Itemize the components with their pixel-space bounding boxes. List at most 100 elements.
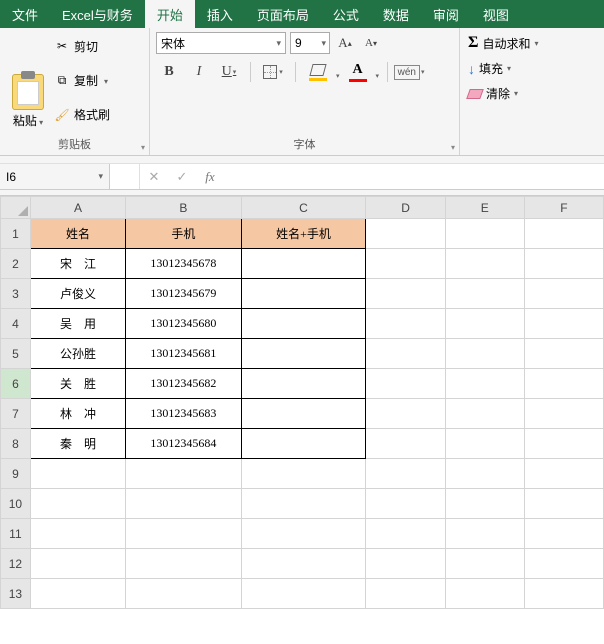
paste-button[interactable]: 粘贴: [6, 32, 50, 129]
cell-D5[interactable]: [366, 339, 445, 369]
row-header-10[interactable]: 10: [1, 489, 31, 519]
font-name-select[interactable]: 宋体: [156, 32, 286, 54]
cell-E3[interactable]: [445, 279, 524, 309]
cut-button[interactable]: ✂ 剪切: [54, 38, 110, 55]
cell-C2[interactable]: [241, 249, 366, 279]
borders-button[interactable]: ▾: [259, 60, 287, 84]
cell-C8[interactable]: [241, 429, 366, 459]
cell-F5[interactable]: [524, 339, 603, 369]
bold-button[interactable]: B: [156, 60, 182, 84]
name-box[interactable]: I6: [0, 164, 110, 189]
col-header-F[interactable]: F: [524, 197, 603, 219]
cell-F9[interactable]: [524, 459, 603, 489]
cell-A8[interactable]: 秦 明: [30, 429, 125, 459]
cell-A12[interactable]: [30, 549, 125, 579]
tab-home[interactable]: 开始: [145, 0, 195, 28]
tab-file[interactable]: 文件: [0, 0, 50, 28]
fill-color-button[interactable]: [304, 64, 332, 81]
cell-B12[interactable]: [126, 549, 242, 579]
cell-F7[interactable]: [524, 399, 603, 429]
cell-E10[interactable]: [445, 489, 524, 519]
cell-C7[interactable]: [241, 399, 366, 429]
cell-D7[interactable]: [366, 399, 445, 429]
cell-E13[interactable]: [445, 579, 524, 609]
cell-A3[interactable]: 卢俊义: [30, 279, 125, 309]
row-header-3[interactable]: 3: [1, 279, 31, 309]
cell-E1[interactable]: [445, 219, 524, 249]
cell-E12[interactable]: [445, 549, 524, 579]
tab-excel-finance[interactable]: Excel与财务: [50, 0, 145, 28]
cell-F12[interactable]: [524, 549, 603, 579]
row-header-1[interactable]: 1: [1, 219, 31, 249]
autosum-button[interactable]: Σ 自动求和 ▾: [468, 34, 596, 52]
enter-formula-button[interactable]: ✓: [168, 169, 196, 185]
cell-D1[interactable]: [366, 219, 445, 249]
row-header-4[interactable]: 4: [1, 309, 31, 339]
formula-input[interactable]: [224, 164, 604, 189]
col-header-D[interactable]: D: [366, 197, 445, 219]
cell-C12[interactable]: [241, 549, 366, 579]
cell-E6[interactable]: [445, 369, 524, 399]
cell-C1[interactable]: 姓名+手机: [241, 219, 366, 249]
cell-C4[interactable]: [241, 309, 366, 339]
cell-B10[interactable]: [126, 489, 242, 519]
copy-button[interactable]: ⧉ 复制: [54, 72, 110, 89]
col-header-A[interactable]: A: [30, 197, 125, 219]
cell-E4[interactable]: [445, 309, 524, 339]
cell-A2[interactable]: 宋 江: [30, 249, 125, 279]
cell-A5[interactable]: 公孙胜: [30, 339, 125, 369]
cell-A1[interactable]: 姓名: [30, 219, 125, 249]
cell-E5[interactable]: [445, 339, 524, 369]
cell-B5[interactable]: 13012345681: [126, 339, 242, 369]
cell-C3[interactable]: [241, 279, 366, 309]
cell-C6[interactable]: [241, 369, 366, 399]
cell-D9[interactable]: [366, 459, 445, 489]
row-header-5[interactable]: 5: [1, 339, 31, 369]
decrease-font-button[interactable]: A▾: [360, 32, 382, 54]
clear-button[interactable]: 清除 ▾: [468, 85, 596, 102]
cell-D11[interactable]: [366, 519, 445, 549]
cell-D8[interactable]: [366, 429, 445, 459]
tab-insert[interactable]: 插入: [195, 0, 245, 28]
cell-E8[interactable]: [445, 429, 524, 459]
cell-B2[interactable]: 13012345678: [126, 249, 242, 279]
italic-button[interactable]: I: [186, 60, 212, 84]
row-header-7[interactable]: 7: [1, 399, 31, 429]
cell-F4[interactable]: [524, 309, 603, 339]
cell-E11[interactable]: [445, 519, 524, 549]
cell-C11[interactable]: [241, 519, 366, 549]
cell-B13[interactable]: [126, 579, 242, 609]
cell-F11[interactable]: [524, 519, 603, 549]
cell-F13[interactable]: [524, 579, 603, 609]
cell-D12[interactable]: [366, 549, 445, 579]
font-color-button[interactable]: A: [344, 62, 372, 82]
cell-E2[interactable]: [445, 249, 524, 279]
cell-C5[interactable]: [241, 339, 366, 369]
col-header-E[interactable]: E: [445, 197, 524, 219]
cancel-formula-button[interactable]: ✕: [140, 169, 168, 185]
col-header-B[interactable]: B: [126, 197, 242, 219]
cell-B3[interactable]: 13012345679: [126, 279, 242, 309]
row-header-9[interactable]: 9: [1, 459, 31, 489]
cell-A4[interactable]: 吴 用: [30, 309, 125, 339]
spreadsheet-grid[interactable]: ABCDEF1姓名手机姓名+手机2宋 江130123456783卢俊义13012…: [0, 196, 604, 609]
cell-F1[interactable]: [524, 219, 603, 249]
row-header-11[interactable]: 11: [1, 519, 31, 549]
cell-B8[interactable]: 13012345684: [126, 429, 242, 459]
cell-C9[interactable]: [241, 459, 366, 489]
row-header-2[interactable]: 2: [1, 249, 31, 279]
font-size-select[interactable]: 9: [290, 32, 330, 54]
insert-function-button[interactable]: fx: [196, 169, 224, 185]
cell-A7[interactable]: 林 冲: [30, 399, 125, 429]
select-all-corner[interactable]: [1, 197, 31, 219]
row-header-6[interactable]: 6: [1, 369, 31, 399]
row-header-13[interactable]: 13: [1, 579, 31, 609]
cell-A11[interactable]: [30, 519, 125, 549]
cell-B11[interactable]: [126, 519, 242, 549]
tab-page-layout[interactable]: 页面布局: [245, 0, 321, 28]
tab-view[interactable]: 视图: [471, 0, 521, 28]
phonetic-button[interactable]: wén▾: [396, 60, 422, 84]
cell-F8[interactable]: [524, 429, 603, 459]
col-header-C[interactable]: C: [241, 197, 366, 219]
format-painter-button[interactable]: 🖌 格式刷: [54, 106, 110, 123]
